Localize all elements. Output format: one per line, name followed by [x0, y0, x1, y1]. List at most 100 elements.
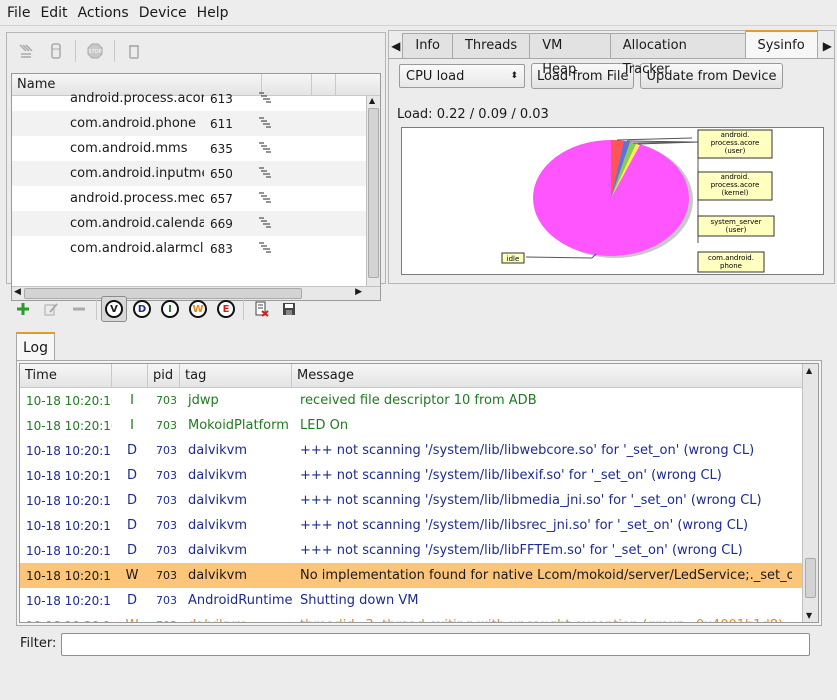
log-time: 10-18 10:20:11.: [20, 619, 112, 623]
column-extra[interactable]: [336, 74, 360, 95]
column-time[interactable]: Time: [20, 364, 112, 387]
tab-allocation-tracker[interactable]: Allocation Tracker: [609, 33, 746, 77]
add-filter-icon[interactable]: [10, 296, 36, 322]
log-row[interactable]: 10-18 10:20:11. D 703 dalvikvm +++ not scann…: [20, 463, 818, 488]
log-row[interactable]: 10-18 10:20:10. I 703 jdwp received file des…: [20, 388, 818, 413]
sysinfo-type-select[interactable]: CPU load ⬍: [399, 64, 525, 88]
menu-device[interactable]: Device: [134, 1, 192, 25]
log-message: +++ not scanning '/system/lib/libexif.so…: [300, 468, 722, 483]
menu-help[interactable]: Help: [192, 1, 234, 25]
log-row[interactable]: 10-18 10:20:11. D 703 dalvikvm +++ not scann…: [20, 488, 818, 513]
sysinfo-panel: ◀ Info Threads VM Heap Allocation Tracke…: [388, 30, 835, 284]
svg-text:(user): (user): [725, 147, 746, 155]
log-level: I: [130, 393, 134, 408]
column-level[interactable]: [112, 364, 148, 387]
log-time: 10-18 10:20:11.: [26, 543, 112, 558]
process-name: com.android.phone: [70, 116, 197, 131]
menu-actions[interactable]: Actions: [73, 1, 134, 25]
log-row[interactable]: 10-18 10:20:11. D 703 dalvikvm +++ not scann…: [20, 538, 818, 563]
column-tag[interactable]: tag: [180, 364, 292, 387]
process-pid: 683: [210, 241, 233, 256]
column-pid[interactable]: pid: [148, 364, 180, 387]
debug-icon: D: [133, 300, 151, 318]
scroll-up-arrow-icon[interactable]: ▲: [369, 96, 378, 105]
process-vertical-scrollbar[interactable]: ▲: [366, 96, 380, 286]
process-row[interactable]: com.android.alarmclock 683: [12, 236, 366, 261]
label-phone: com.android. phone: [697, 251, 765, 273]
sysinfo-type-value: CPU load: [406, 68, 465, 84]
log-pid: 703: [156, 444, 177, 457]
column-message[interactable]: Message: [292, 364, 800, 387]
log-pid: 703: [156, 469, 177, 482]
label-idle: idle: [501, 252, 525, 264]
process-row[interactable]: com.android.mms 635: [12, 136, 366, 161]
stop-process-icon[interactable]: STOP: [82, 38, 108, 64]
process-name: com.android.alarmclock: [70, 241, 204, 256]
scroll-right-arrow-icon[interactable]: ▶: [355, 287, 362, 297]
debug-status-icon: [246, 216, 286, 231]
scroll-up-arrow-icon[interactable]: ▲: [806, 366, 812, 375]
tab-sysinfo[interactable]: Sysinfo: [744, 30, 818, 58]
clear-log-icon[interactable]: [248, 296, 274, 322]
scroll-down-arrow-icon[interactable]: ▼: [806, 611, 812, 620]
update-heap-icon[interactable]: [43, 38, 69, 64]
tab-threads[interactable]: Threads: [451, 33, 531, 58]
log-row[interactable]: 10-18 10:20:11. D 703 dalvikvm +++ not scann…: [20, 513, 818, 538]
level-info-button[interactable]: I: [157, 296, 183, 322]
log-row[interactable]: 10-18 10:20:11. D 703 dalvikvm +++ not scann…: [20, 438, 818, 463]
tab-scroll-right-icon[interactable]: ▶: [821, 33, 834, 58]
edit-filter-icon[interactable]: [38, 296, 64, 322]
tab-vm-heap[interactable]: VM Heap: [529, 33, 611, 77]
process-row[interactable]: com.android.phone 611: [12, 111, 366, 136]
log-level: D: [126, 468, 137, 483]
process-pid: 650: [210, 166, 233, 181]
log-tag: dalvikvm: [188, 493, 248, 508]
log-level: D: [126, 443, 137, 458]
tab-scroll-left-icon[interactable]: ◀: [389, 33, 402, 58]
log-vertical-scrollbar[interactable]: ▲ ▼: [802, 364, 818, 622]
updown-icon: ⬍: [510, 71, 518, 81]
log-toolbar: V D I W E: [10, 294, 302, 324]
verbose-icon: V: [105, 300, 123, 318]
level-verbose-button[interactable]: V: [101, 296, 127, 322]
tab-log[interactable]: Log: [16, 332, 56, 360]
debug-status-icon: [246, 116, 286, 131]
svg-text:(user): (user): [726, 226, 747, 234]
update-threads-icon[interactable]: [13, 38, 39, 64]
log-tab-bar: Log: [16, 332, 56, 360]
remove-filter-icon[interactable]: [66, 296, 92, 322]
log-level: D: [126, 543, 137, 558]
process-row[interactable]: android.process.media 657: [12, 186, 366, 211]
log-message: Shutting down VM: [300, 593, 419, 608]
log-row[interactable]: 10-18 10:20:11.W703dalvikvmthreadid=3: t…: [20, 613, 818, 623]
menu-file[interactable]: File: [2, 1, 35, 25]
level-warn-button[interactable]: W: [185, 296, 211, 322]
warn-icon: W: [189, 300, 207, 318]
log-row[interactable]: 10-18 10:20:10. I 703 MokoidPlatform LED On: [20, 413, 818, 438]
save-log-icon[interactable]: [276, 296, 302, 322]
filter-input[interactable]: [61, 633, 810, 656]
pie-leader-line: [616, 137, 693, 141]
log-tag: dalvikvm: [188, 518, 248, 533]
scrollbar-thumb[interactable]: [368, 108, 379, 278]
process-row[interactable]: com.android.inputmethod.latin 650: [12, 161, 366, 186]
level-debug-button[interactable]: D: [129, 296, 155, 322]
gc-trash-icon[interactable]: [121, 38, 147, 64]
column-flags[interactable]: [312, 74, 336, 95]
process-row[interactable]: com.android.calendar 669: [12, 211, 366, 236]
menu-edit[interactable]: Edit: [35, 1, 72, 25]
level-error-button[interactable]: E: [213, 296, 239, 322]
tab-info[interactable]: Info: [402, 33, 453, 58]
log-message: +++ not scanning '/system/lib/libmedia_j…: [300, 493, 762, 508]
scrollbar-thumb[interactable]: [805, 558, 816, 598]
label-system-server: system_server (user): [697, 215, 775, 237]
svg-text:process.acore: process.acore: [711, 139, 760, 147]
log-table: Time pid tag Message 10-18 10:20:10. I 703…: [19, 363, 819, 623]
label-acore-user: android. process.acore (user): [697, 129, 773, 159]
device-panel: STOP Name android.process.acore 613 com.an…: [6, 32, 386, 301]
pie-leader-line: [525, 256, 593, 259]
load-average-label: Load: 0.22 / 0.09 / 0.03: [397, 107, 549, 122]
log-row[interactable]: 10-18 10:20:11. D 703 AndroidRuntime Shuttin…: [20, 588, 818, 613]
log-time: 10-18 10:20:10.: [26, 418, 112, 433]
log-row[interactable]: 10-18 10:20:11. W 703 dalvikvm No implementa…: [20, 563, 818, 588]
